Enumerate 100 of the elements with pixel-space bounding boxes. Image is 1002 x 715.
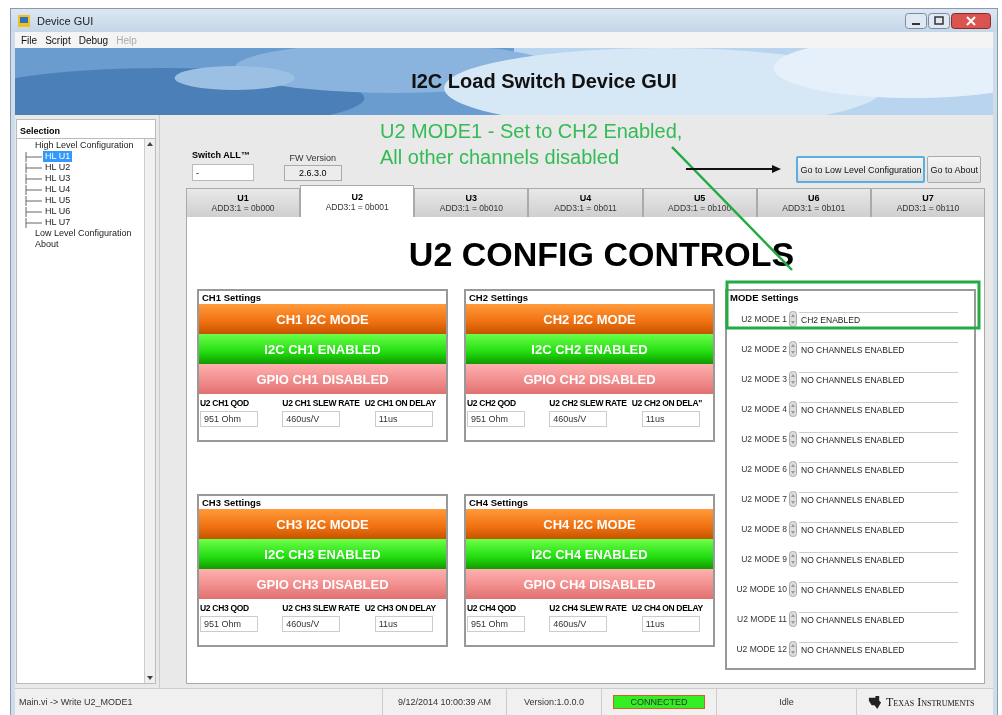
field-label: U2 CH1 SLEW RATE (282, 398, 361, 408)
spinner-icon[interactable] (789, 611, 797, 627)
tree-item[interactable]: High Level Configuration (33, 140, 136, 151)
spinner-icon[interactable] (789, 551, 797, 567)
spinner-icon[interactable] (789, 401, 797, 417)
tree-item[interactable]: HL U4 (43, 184, 73, 195)
tab-label: U3 (465, 193, 478, 203)
value-field[interactable]: 460us/V (549, 411, 608, 427)
value-field[interactable]: 951 Ohm (200, 411, 258, 427)
spinner-icon[interactable] (789, 641, 797, 657)
value-field[interactable]: 460us/V (549, 616, 608, 632)
mode-label: U2 MODE 11 (736, 614, 787, 624)
scrollbar[interactable] (144, 139, 155, 683)
tab-label: U1 (237, 193, 249, 203)
mode-dropdown[interactable]: NO CHANNELS ENABLED (799, 401, 958, 417)
app-title: I2C Load Switch Device GUI (411, 70, 677, 93)
status-state: Idle (717, 689, 857, 715)
mode-label: U2 MODE 6 (740, 464, 787, 474)
mode-dropdown[interactable]: NO CHANNELS ENABLED (799, 491, 958, 507)
tab-address: ADD3:1 = 0b001 (325, 201, 389, 212)
spinner-icon[interactable] (789, 491, 797, 507)
value-field[interactable]: 11us (374, 616, 433, 632)
value-field[interactable]: 11us (374, 411, 433, 427)
spinner-icon[interactable] (789, 431, 797, 447)
tree-item[interactable]: HL U6 (43, 206, 73, 217)
value-field[interactable]: 951 Ohm (200, 616, 258, 632)
value-field[interactable]: 11us (641, 411, 700, 427)
spinner-icon[interactable] (789, 311, 797, 327)
tree-branch-icon (25, 162, 43, 173)
mode-label: U2 MODE 10 (735, 584, 787, 594)
mode-dropdown[interactable]: NO CHANNELS ENABLED (799, 431, 958, 447)
nav-button[interactable]: Go to Low Level Configuration (796, 156, 926, 183)
scroll-up-icon[interactable] (146, 141, 154, 147)
tree-item[interactable]: HL U5 (43, 195, 73, 206)
tree-header: Selection (20, 126, 60, 136)
tab-address: ADD3:1 = 0b110 (896, 203, 960, 213)
mode-dropdown[interactable]: NO CHANNELS ENABLED (799, 611, 958, 627)
tab[interactable]: U2 ADD3:1 = 0b001 (300, 185, 415, 217)
tab[interactable]: U6 ADD3:1 = 0b101 (756, 188, 871, 217)
value-field[interactable]: 951 Ohm (467, 411, 525, 427)
menu-item[interactable]: Script (45, 34, 71, 46)
tree-branch-icon (25, 195, 43, 206)
mode-label: U2 MODE 8 (740, 524, 787, 534)
tab[interactable]: U4 ADD3:1 = 0b011 (528, 188, 643, 217)
mode-dropdown[interactable]: CH2 ENABLED (799, 311, 958, 327)
maximize-icon[interactable] (928, 12, 950, 29)
tree-item[interactable]: HL U3 (43, 173, 73, 184)
menu-item[interactable]: File (21, 34, 38, 46)
spinner-icon[interactable] (789, 371, 797, 387)
mode-dropdown[interactable]: NO CHANNELS ENABLED (799, 641, 958, 657)
field-label: U2 CH1 ON DELAY (364, 398, 437, 408)
tree-item[interactable]: Low Level Configuration (33, 228, 134, 239)
mode-dropdown[interactable]: NO CHANNELS ENABLED (799, 551, 958, 567)
tab-label: U7 (922, 193, 934, 203)
panel-title: CH3 Settings (201, 496, 263, 509)
value-field[interactable]: 460us/V (282, 616, 341, 632)
scroll-down-icon[interactable] (146, 675, 154, 681)
annotation-text: U2 MODE1 - Set to CH2 Enabled, (380, 119, 683, 144)
panel-title: CH1 Settings (201, 291, 263, 304)
value-field[interactable]: 460us/V (282, 411, 341, 427)
field-label: U2 CH3 SLEW RATE (282, 603, 361, 613)
mode-label: U2 MODE 5 (740, 434, 787, 444)
spinner-icon[interactable] (789, 341, 797, 357)
tab-address: ADD3:1 = 0b010 (439, 203, 503, 213)
mode-label: U2 MODE 7 (740, 494, 787, 504)
field-label: U2 CH4 QOD (467, 603, 517, 613)
tree-item[interactable]: HL U7 (43, 217, 73, 228)
mode-dropdown[interactable]: NO CHANNELS ENABLED (799, 341, 958, 357)
mode-label: U2 MODE 12 (735, 644, 787, 654)
value-field[interactable]: 951 Ohm (467, 616, 525, 632)
mode-label: U2 MODE 9 (740, 554, 787, 564)
input-field[interactable]: - (192, 164, 254, 181)
close-icon[interactable] (951, 12, 991, 29)
tree-branch-icon (25, 184, 43, 195)
field-label: U2 CH2 SLEW RATE (549, 398, 628, 408)
tab[interactable]: U1 ADD3:1 = 0b000 (186, 188, 301, 217)
tree-item[interactable]: About (33, 239, 61, 250)
spinner-icon[interactable] (789, 461, 797, 477)
status-message: Main.vi -> Write U2_MODE1 (15, 689, 383, 715)
tab-label: U2 (351, 191, 363, 202)
menu-item[interactable]: Debug (78, 34, 109, 46)
mode-dropdown[interactable]: NO CHANNELS ENABLED (799, 461, 958, 477)
tree-item[interactable]: HL U2 (43, 162, 73, 173)
mode-label: U2 MODE 3 (740, 374, 787, 384)
tab[interactable]: U7 ADD3:1 = 0b110 (870, 188, 985, 217)
minimize-icon[interactable] (905, 12, 927, 29)
field-label: U2 CH3 QOD (200, 603, 250, 613)
value-field[interactable]: 11us (641, 616, 700, 632)
field-label: U2 CH2 QOD (467, 398, 517, 408)
nav-button[interactable]: Go to About (927, 156, 981, 183)
spinner-icon[interactable] (789, 581, 797, 597)
spinner-icon[interactable] (789, 521, 797, 537)
mode-dropdown[interactable]: NO CHANNELS ENABLED (799, 521, 958, 537)
tab[interactable]: U3 ADD3:1 = 0b010 (414, 188, 529, 217)
tab-address: ADD3:1 = 0b101 (782, 203, 846, 213)
panel-title: CH4 Settings (468, 496, 530, 509)
status-version: Version:1.0.0.0 (507, 689, 602, 715)
mode-dropdown[interactable]: NO CHANNELS ENABLED (799, 581, 958, 597)
mode-dropdown[interactable]: NO CHANNELS ENABLED (799, 371, 958, 387)
tab-address: ADD3:1 = 0b000 (211, 203, 275, 213)
